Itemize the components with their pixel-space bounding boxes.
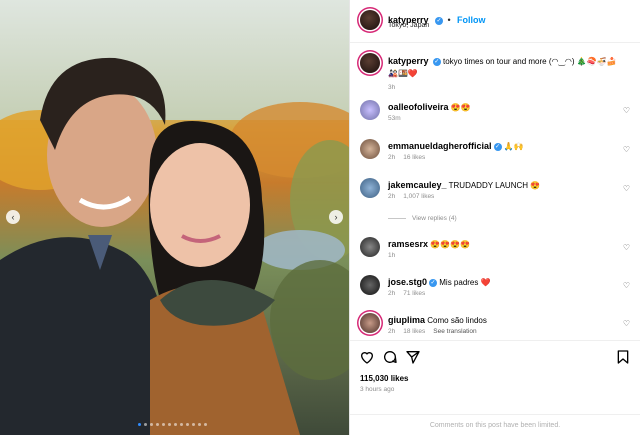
chevron-left-icon: ‹ [11,211,15,222]
comment-time: 2h [388,290,396,297]
carousel-dot [198,423,201,426]
comment-like-heart-icon[interactable]: ♡ [623,184,630,193]
comment-username[interactable]: emmanueldagherofficial [388,141,492,151]
comment-username[interactable]: ramsesrx [388,239,428,249]
commenter-avatar[interactable] [360,237,380,257]
comment-like-heart-icon[interactable]: ♡ [623,145,630,154]
paper-plane-icon[interactable] [405,349,421,365]
comment-like-heart-icon[interactable]: ♡ [623,243,630,252]
comment-text: 🙏🙌 [503,142,524,151]
commenter-avatar[interactable] [360,275,380,295]
header-divider [350,42,640,43]
commenter-avatar[interactable] [360,313,380,333]
comment-item: giuplima Como são lindos 2h 18 likes See t… [360,311,630,341]
post-timestamp: 3 hours ago [360,386,395,393]
comment-text: Como são lindos [427,316,487,325]
post-actions: 115,030 likes 3 hours ago Comments on th… [350,340,640,435]
comment-likes[interactable]: 18 likes [403,328,425,335]
carousel-indicator [138,423,207,426]
comment-likes[interactable]: 1,007 likes [403,193,434,200]
carousel-dot [138,423,141,426]
view-replies-button[interactable]: View replies (4) [388,215,457,222]
carousel-dot [150,423,153,426]
post-photo[interactable]: ‹ › [0,0,349,435]
comment-text: TRUDADDY LAUNCH 😍 [448,181,541,190]
commenter-avatar[interactable] [360,139,380,159]
comment-text: 😍😍😍😍 [430,240,471,249]
carousel-dot [204,423,207,426]
comment-item: oalleofoliveira 😍😍 53m ♡ [360,98,630,128]
carousel-dot [162,423,165,426]
carousel-dot [156,423,159,426]
comment-text: Mis padres ❤️ [439,278,491,287]
comment-time: 2h [388,193,396,200]
post-header: katyperry ✓ • Follow Tokyo, Japan [360,8,630,36]
commenter-avatar[interactable] [360,100,380,120]
comments-limited-notice: Comments on this post have been limited. [350,414,640,435]
follow-button[interactable]: Follow [457,15,486,25]
comment-like-heart-icon[interactable]: ♡ [623,319,630,328]
bookmark-icon[interactable] [615,349,631,365]
post-location[interactable]: Tokyo, Japan [388,22,429,29]
comment-time: 53m [388,115,401,122]
comment-username[interactable]: jose.stg0 [388,277,427,287]
carousel-dot [180,423,183,426]
see-translation-link[interactable]: See translation [433,328,476,335]
comment-likes[interactable]: 71 likes [403,290,425,297]
comment-text: 😍😍 [450,103,471,112]
comment-item: emmanueldagherofficial ✓ 🙏🙌 2h 16 likes ♡ [360,137,630,167]
comment-username[interactable]: giuplima [388,315,425,325]
comment-icon[interactable] [382,349,398,365]
post-side-panel: katyperry ✓ • Follow Tokyo, Japan katype… [349,0,640,435]
caption-time: 3h [388,84,396,91]
carousel-dot [186,423,189,426]
comment-time: 2h [388,154,396,161]
carousel-dot [144,423,147,426]
carousel-next-button[interactable]: › [329,210,343,224]
heart-icon[interactable] [359,349,375,365]
carousel-prev-button[interactable]: ‹ [6,210,20,224]
carousel-dot [174,423,177,426]
comment-time: 1h [388,252,396,259]
caption-avatar[interactable] [360,53,380,73]
verified-badge-icon: ✓ [429,279,438,287]
comment-time: 2h [388,328,396,335]
carousel-dot [192,423,195,426]
carousel-dot [168,423,171,426]
photo-illustration [0,0,349,435]
author-avatar[interactable] [360,10,380,30]
comment-like-heart-icon[interactable]: ♡ [623,106,630,115]
comment-likes[interactable]: 16 likes [403,154,425,161]
verified-badge-icon: ✓ [493,143,502,151]
comment-like-heart-icon[interactable]: ♡ [623,281,630,290]
commenter-avatar[interactable] [360,178,380,198]
chevron-right-icon: › [334,211,338,222]
verified-badge-icon: ✓ [432,58,441,66]
comment-item: ramsesrx 😍😍😍😍 1h ♡ [360,235,630,265]
comment-item: jakemcauley_ TRUDADDY LAUNCH 😍 2h 1,007 l… [360,176,630,206]
caption-username[interactable]: katyperry [388,56,429,66]
comment-username[interactable]: jakemcauley_ [388,180,447,190]
verified-badge-icon: ✓ [434,17,443,25]
comment-username[interactable]: oalleofoliveira [388,102,449,112]
comment-item: jose.stg0 ✓ Mis padres ❤️ 2h 71 likes ♡ [360,273,630,303]
likes-count[interactable]: 115,030 likes [360,374,409,383]
